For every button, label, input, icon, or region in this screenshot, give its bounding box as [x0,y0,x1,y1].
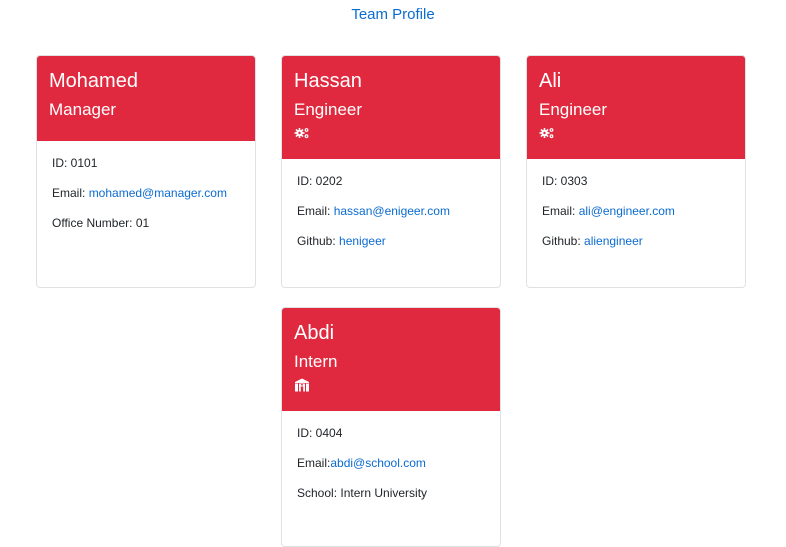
employee-role: Intern [294,352,338,371]
github-link[interactable]: henigeer [339,234,386,248]
card-body: ID: 0404 Email:abdi@school.com School: I… [282,411,500,525]
employee-role: Engineer [539,100,608,119]
card-body: ID: 0202 Email: hassan@enigeer.com Githu… [282,159,500,273]
employee-role: Manager [49,100,117,119]
card-header: Abdi Intern [282,308,500,411]
employee-name: Mohamed [49,70,138,92]
gears-icon [294,128,309,139]
page-title: Team Profile [351,6,435,23]
school-label: School: [297,486,341,500]
employee-card-intern: Abdi Intern ID: 0404 Email:abdi@school.c… [281,307,501,547]
id-value: 0101 [70,156,98,170]
employee-role: Engineer [294,100,363,119]
card-body: ID: 0101 Email: mohamed@manager.com Offi… [37,141,255,255]
employee-name: Hassan [294,70,362,92]
office-number-value: 01 [135,216,150,230]
school-icon [295,378,309,392]
employee-card-manager: Mohamed Manager ID: 0101 Email: mohamed@… [36,55,256,288]
office-number-row: Office Number: 01 [52,215,240,231]
employee-card-engineer: Hassan Engineer ID: 0202 Email: hassan@e… [281,55,501,288]
id-row: ID: 0303 [542,173,730,189]
card-header: Hassan Engineer [282,56,500,159]
github-row: Github: aliengineer [542,233,730,249]
email-row: Email: hassan@enigeer.com [297,203,485,219]
github-link[interactable]: aliengineer [584,234,643,248]
employee-name: Ali [539,70,562,92]
office-number-label: Office Number: [52,216,136,230]
card-header: Ali Engineer [527,56,745,159]
card-header: Mohamed Manager [37,56,255,141]
email-link[interactable]: hassan@enigeer.com [334,204,450,218]
email-link[interactable]: mohamed@manager.com [89,186,227,200]
email-label: Email: [52,186,89,200]
id-label: ID: [297,174,316,188]
github-label: Github: [297,234,340,248]
school-value: Intern University [340,486,428,500]
employee-name: Abdi [294,322,335,344]
id-value: 0202 [315,174,343,188]
employee-card-engineer: Ali Engineer ID: 0303 Email: ali@enginee… [526,55,746,288]
card-body: ID: 0303 Email: ali@engineer.com Github:… [527,159,745,273]
id-value: 0404 [315,426,343,440]
id-row: ID: 0404 [297,425,485,441]
github-label: Github: [542,234,585,248]
id-label: ID: [297,426,316,440]
email-row: Email: mohamed@manager.com [52,185,240,201]
id-row: ID: 0101 [52,155,240,171]
github-row: Github: henigeer [297,233,485,249]
id-row: ID: 0202 [297,173,485,189]
id-label: ID: [542,174,561,188]
email-link[interactable]: ali@engineer.com [579,204,675,218]
email-link[interactable]: abdi@school.com [330,456,426,470]
email-label: Email: [297,204,334,218]
gears-icon [539,128,554,139]
email-label: Email: [542,204,579,218]
email-row: Email: ali@engineer.com [542,203,730,219]
email-label: Email: [297,456,331,470]
id-label: ID: [52,156,71,170]
email-row: Email:abdi@school.com [297,455,485,471]
id-value: 0303 [560,174,588,188]
school-row: School: Intern University [297,485,485,501]
